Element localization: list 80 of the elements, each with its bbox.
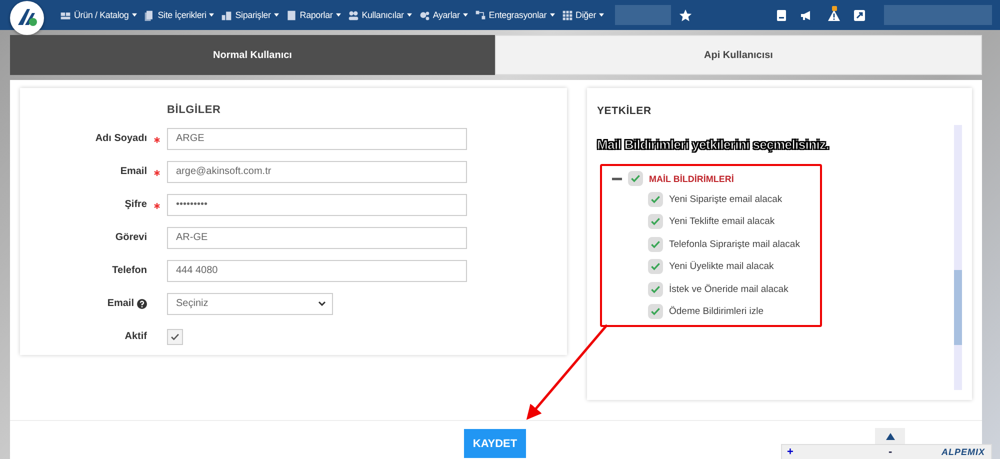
check-icon [651,308,660,316]
permission-label: Ödeme Bildirimleri izle [669,306,764,318]
tab[interactable]: Normal Kullanıcı [10,35,495,75]
company-logo[interactable] [10,1,44,35]
menu-icon [348,10,359,20]
check-icon [631,174,640,182]
menu-icon [286,10,297,20]
section-title: BİLGİLER [167,104,222,116]
field-label: Aktif [124,331,147,342]
caret-icon [599,13,604,17]
nav-menu-item[interactable]: Entegrasyonlar [474,10,555,20]
plus-button[interactable]: + [787,446,794,458]
scroll-top-button[interactable] [875,428,905,444]
field-label: Şifre [124,199,147,210]
caret-icon [132,13,137,17]
star-icon[interactable] [679,8,692,22]
field-label: Email [107,298,134,309]
megaphone-icon[interactable] [800,8,813,22]
menu-icon [144,10,155,20]
help-icon[interactable] [137,298,147,308]
checkbox[interactable] [648,259,663,274]
scrollbar[interactable] [954,125,962,390]
checkbox[interactable] [648,236,663,252]
permission-label: Telefonla Siprarişte mail alacak [669,238,800,250]
section-title: YETKİLER [597,105,652,117]
external-link-icon[interactable] [853,8,866,22]
checkbox[interactable] [648,192,663,207]
check-icon [170,332,180,342]
nav-menu-item[interactable]: Diğer [562,10,604,20]
checkbox[interactable] [648,282,663,297]
input-field[interactable]: AR-GE [167,226,467,248]
brand-logo: ALPEMIX [941,447,985,457]
menu-icon [221,10,232,20]
menu-icon [418,10,430,20]
book-icon[interactable] [775,8,788,22]
caret-icon [550,13,555,17]
warning-icon[interactable] [827,6,841,22]
checkbox[interactable] [628,171,643,186]
field-label: Email [120,166,147,177]
check-icon [651,240,660,248]
nav-menu-item[interactable]: Ürün / Katalog [60,10,137,20]
chevron-down-icon [318,301,326,306]
nav-menu-item[interactable]: Kullanıcılar [348,10,412,20]
caret-icon [274,13,279,17]
group-label: MAİL BİLDİRİMLERİ [649,174,734,184]
check-icon [651,286,660,293]
select-field[interactable]: Seçiniz [167,292,333,314]
field-label: Adı Soyadı [95,133,147,144]
permission-label: Yeni Teklifte email alacak [669,216,775,228]
input-field[interactable]: ••••••••• [167,194,467,216]
checkbox[interactable] [167,328,183,344]
nav-menu-item[interactable]: Siparişler [221,10,279,20]
check-icon [651,263,660,270]
blurred-field [615,5,672,25]
input-field[interactable]: arge@akinsoft.com.tr [167,160,467,182]
field-label: Telefon [112,265,147,276]
checkbox[interactable] [648,304,663,320]
input-field[interactable]: ARGE [167,128,467,150]
field-label: Görevi [115,232,147,243]
permission-label: Yeni Siparişte email alacak [669,194,782,205]
check-icon [651,218,660,226]
menu-icon [474,10,486,20]
nav-menu-item[interactable]: Site İçerikleri [144,10,214,20]
menu-icon [562,10,573,20]
permission-label: İstek ve Öneride mail alacak [669,284,788,295]
checkbox[interactable] [648,214,663,230]
menu-icon [60,10,71,20]
check-icon [651,196,660,203]
caret-icon [462,13,468,17]
triangle-up-icon [886,432,894,440]
input-field[interactable]: 444 4080 [167,260,467,282]
annotation-text: Mail Bildirimleri yetkilerini seçmelisiniz. [597,137,830,152]
nav-menu-item[interactable]: Ayarlar [418,10,468,20]
caret-icon [209,13,214,17]
permission-label: Yeni Üyelikte mail alacak [669,261,774,272]
caret-icon [336,13,341,17]
tab[interactable]: Api Kullanıcısı [495,35,982,75]
caret-icon [406,13,412,17]
nav-menu-item[interactable]: Raporlar [286,10,341,20]
minus-button[interactable]: - [888,446,892,458]
